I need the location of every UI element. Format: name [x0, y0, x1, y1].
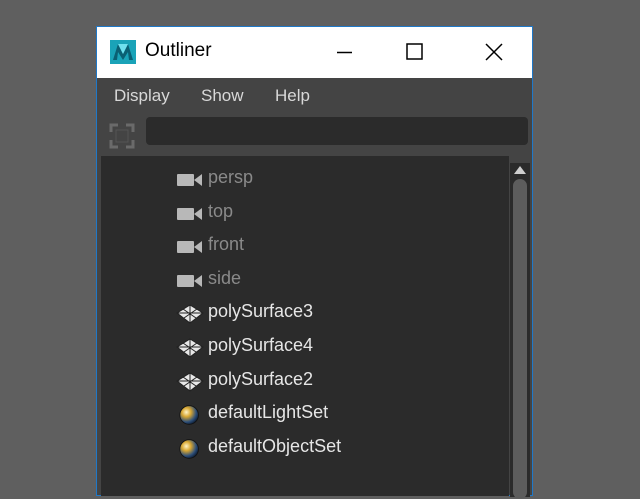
outliner-item-defaultlightset[interactable]: defaultLightSet: [101, 398, 509, 430]
camera-icon: [177, 275, 202, 287]
scroll-up-arrow-icon[interactable]: [512, 163, 528, 177]
menu-show[interactable]: Show: [201, 86, 244, 106]
minimize-icon: [337, 51, 352, 54]
menu-help[interactable]: Help: [275, 86, 310, 106]
outliner-item-persp[interactable]: persp: [101, 163, 509, 195]
outliner-item-front[interactable]: front: [101, 230, 509, 262]
minimize-button[interactable]: [309, 27, 379, 78]
window-title: Outliner: [145, 40, 212, 61]
outliner-item-polysurface4[interactable]: polySurface4: [101, 331, 509, 363]
maya-logo-icon: [110, 40, 136, 64]
set-sphere-icon: [179, 405, 199, 425]
maximize-icon: [406, 43, 423, 60]
outliner-window: Outliner Display Show Help persp top fro…: [96, 26, 533, 499]
search-input[interactable]: [146, 117, 528, 145]
camera-icon: [177, 174, 202, 186]
title-bar[interactable]: Outliner: [97, 27, 532, 78]
menu-display[interactable]: Display: [114, 86, 170, 106]
close-button[interactable]: [455, 27, 525, 78]
camera-icon: [177, 208, 202, 220]
mesh-icon: [176, 338, 204, 358]
vertical-scrollbar[interactable]: [510, 163, 530, 499]
outliner-list[interactable]: persp top front side polySurface3 polySu…: [101, 156, 509, 496]
filter-bar: [97, 114, 532, 152]
outliner-item-defaultobjectset[interactable]: defaultObjectSet: [101, 432, 509, 464]
outliner-item-polysurface3[interactable]: polySurface3: [101, 297, 509, 329]
filter-icon[interactable]: [109, 123, 135, 149]
close-icon: [485, 43, 503, 61]
outliner-item-polysurface2[interactable]: polySurface2: [101, 365, 509, 397]
menu-bar: Display Show Help: [97, 78, 532, 114]
mesh-icon: [176, 372, 204, 392]
maximize-button[interactable]: [380, 27, 450, 78]
set-sphere-icon: [179, 439, 199, 459]
outliner-item-top[interactable]: top: [101, 197, 509, 229]
scrollbar-thumb[interactable]: [513, 179, 527, 499]
camera-icon: [177, 241, 202, 253]
outliner-item-side[interactable]: side: [101, 264, 509, 296]
mesh-icon: [176, 304, 204, 324]
